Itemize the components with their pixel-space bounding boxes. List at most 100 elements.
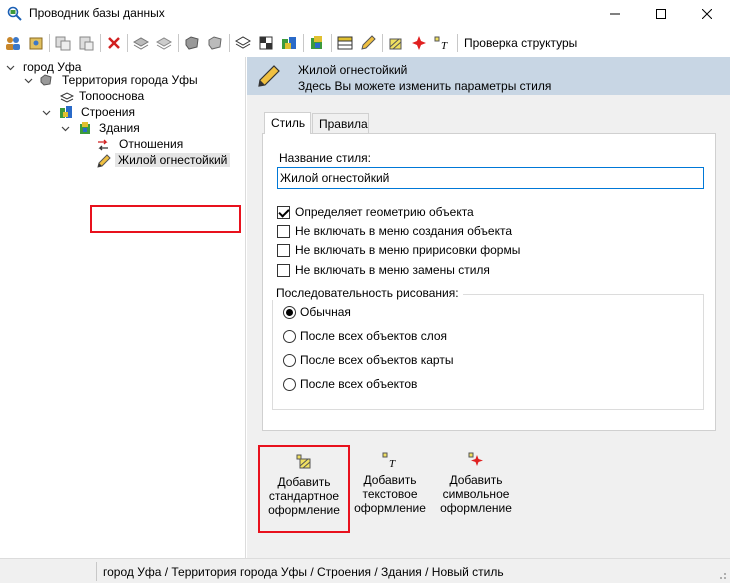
- svg-text:T: T: [389, 458, 396, 469]
- layers-icon: [60, 92, 74, 103]
- checkbox[interactable]: [277, 243, 290, 257]
- status-bar: город Уфа / Территория города Уфы / Стро…: [0, 558, 730, 583]
- chevron-down-icon[interactable]: [61, 124, 70, 133]
- tree-item-label: город Уфа: [23, 60, 82, 74]
- toolbar-separator: [127, 34, 128, 52]
- territory-tool-icon[interactable]: [183, 34, 201, 52]
- checkbox-exclude-create-menu[interactable]: Не включать в меню создания объекта: [277, 223, 512, 239]
- window-title: Проводник базы данных: [29, 6, 165, 20]
- minimize-icon: [610, 13, 620, 15]
- layer-stack-icon[interactable]: [234, 34, 252, 52]
- button-label-line: Добавить: [363, 473, 417, 487]
- hatch-style-icon: [296, 454, 311, 469]
- radio[interactable]: [283, 377, 296, 391]
- users-icon[interactable]: [4, 34, 22, 52]
- tree-item-label: Топооснова: [79, 89, 145, 103]
- buildings-tool-icon[interactable]: [280, 34, 298, 52]
- add-standard-style-button[interactable]: Добавить стандартное оформление: [258, 445, 350, 533]
- tree-item-label: Территория города Уфы: [62, 73, 198, 87]
- title-bar: Проводник базы данных: [0, 0, 730, 28]
- database-tree: город Уфа Территория города Уфы Топоосно…: [0, 57, 246, 558]
- hatch-style-icon[interactable]: [387, 34, 405, 52]
- style-name-label: Название стиля:: [279, 151, 371, 165]
- checkbox-label: Не включать в меню замены стиля: [295, 263, 490, 277]
- draw-order-title: Последовательность рисования:: [272, 286, 463, 300]
- style-name-input[interactable]: [277, 167, 704, 189]
- relations-icon: [98, 139, 108, 151]
- radio[interactable]: [283, 305, 296, 319]
- pencil-icon: [97, 154, 111, 168]
- button-label-line: текстовое: [362, 487, 418, 501]
- chevron-down-icon[interactable]: [24, 76, 33, 85]
- style-tool-icon[interactable]: [308, 34, 326, 52]
- copy-icon[interactable]: [54, 34, 72, 52]
- checkbox[interactable]: [277, 205, 290, 219]
- header-subtitle: Здесь Вы можете изменить параметры стиля: [298, 79, 552, 93]
- tree-item-label: Строения: [81, 105, 136, 119]
- button-label-line: оформление: [440, 501, 512, 515]
- radio-draw-normal[interactable]: Обычная: [283, 304, 351, 320]
- style-tab-panel: Название стиля: Определяет геометрию объ…: [262, 133, 716, 431]
- toolbar-separator: [331, 34, 332, 52]
- text-style-icon[interactable]: T: [433, 34, 451, 52]
- chevron-down-icon[interactable]: [6, 63, 15, 72]
- checkbox[interactable]: [277, 263, 290, 277]
- style-editor-panel: Жилой огнестойкий Здесь Вы можете измени…: [247, 57, 730, 558]
- radio[interactable]: [283, 329, 296, 343]
- toolbar-separator: [303, 34, 304, 52]
- radio-draw-after-map[interactable]: После всех объектов карты: [283, 352, 453, 368]
- layers-gray-icon[interactable]: [132, 34, 150, 52]
- resize-grip-icon[interactable]: [717, 570, 727, 580]
- pencil-tool-icon[interactable]: [359, 34, 377, 52]
- layers-link-icon[interactable]: [155, 34, 173, 52]
- chevron-down-icon[interactable]: [42, 108, 51, 117]
- checkbox[interactable]: [277, 224, 290, 238]
- table-icon[interactable]: [336, 34, 354, 52]
- symbol-style-icon[interactable]: [410, 34, 428, 52]
- add-symbol-style-button[interactable]: Добавить символьное оформление: [430, 445, 522, 533]
- checkbox-label: Определяет геометрию объекта: [295, 205, 474, 219]
- checker-layer-icon[interactable]: [257, 34, 275, 52]
- add-text-style-button[interactable]: T Добавить текстовое оформление: [344, 445, 436, 533]
- toolbar: T Проверка структуры: [0, 30, 730, 56]
- close-icon: [702, 9, 712, 19]
- button-label-line: символьное: [442, 487, 510, 501]
- status-divider: [96, 562, 97, 581]
- style-header: Жилой огнестойкий Здесь Вы можете измени…: [247, 57, 730, 95]
- checkbox-label: Не включать в меню пририсовки формы: [295, 243, 521, 257]
- tree-item-label: Отношения: [119, 137, 184, 151]
- button-label-line: оформление: [354, 501, 426, 515]
- radio[interactable]: [283, 353, 296, 367]
- territory-add-icon[interactable]: [206, 34, 224, 52]
- radio-label: После всех объектов слоя: [300, 329, 448, 343]
- header-title: Жилой огнестойкий: [298, 63, 408, 77]
- buildings-icon: [80, 122, 90, 134]
- selected-item-highlight: [90, 205, 241, 233]
- tab-style[interactable]: Стиль: [264, 112, 311, 134]
- close-button[interactable]: [684, 0, 730, 28]
- radio-draw-after-layer[interactable]: После всех объектов слоя: [283, 328, 447, 344]
- button-label-line: стандартное: [268, 489, 340, 503]
- delete-icon[interactable]: [105, 34, 123, 52]
- toolbar-separator: [178, 34, 179, 52]
- toolbar-separator: [229, 34, 230, 52]
- minimize-button[interactable]: [592, 0, 638, 28]
- button-label-line: Добавить: [277, 475, 331, 489]
- radio-draw-after-all[interactable]: После всех объектов: [283, 376, 417, 392]
- maximize-button[interactable]: [638, 0, 684, 28]
- checkbox-defines-geometry[interactable]: Определяет геометрию объекта: [277, 204, 474, 220]
- buildings-layer-icon: [60, 106, 72, 118]
- toolbar-separator: [100, 34, 101, 52]
- checkbox-exclude-attach-menu[interactable]: Не включать в меню пририсовки формы: [277, 242, 520, 258]
- check-structure-button[interactable]: Проверка структуры: [464, 36, 577, 50]
- status-path: город Уфа / Территория города Уфы / Стро…: [103, 565, 504, 579]
- checkbox-exclude-replace-menu[interactable]: Не включать в меню замены стиля: [277, 262, 490, 278]
- button-label-line: Добавить: [449, 473, 503, 487]
- user-database-icon[interactable]: [27, 34, 45, 52]
- radio-label: После всех объектов карты: [300, 353, 454, 367]
- toolbar-separator: [457, 34, 458, 52]
- button-label-line: оформление: [268, 503, 340, 517]
- paste-icon[interactable]: [77, 34, 95, 52]
- tab-rules[interactable]: Правила: [312, 113, 369, 133]
- tree-item-label: Жилой огнестойкий: [115, 153, 231, 167]
